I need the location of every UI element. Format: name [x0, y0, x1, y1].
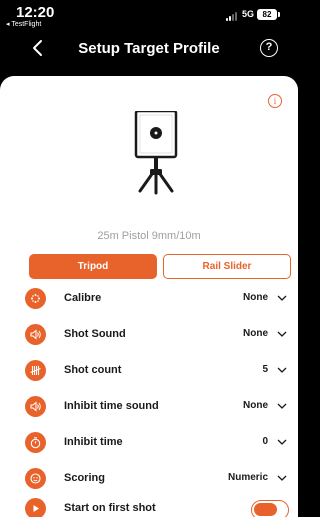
setting-value: None [243, 328, 268, 339]
start-on-first-shot-toggle[interactable] [251, 500, 289, 517]
speaker-icon [25, 324, 46, 345]
setting-value: 5 [262, 364, 268, 375]
setting-value: 0 [262, 436, 268, 447]
setting-row-start-on-first-shot[interactable]: Start on first shot [0, 494, 298, 517]
setting-label: Start on first shot [64, 502, 156, 514]
setting-label: Shot count [64, 364, 122, 376]
setting-value: None [243, 400, 268, 411]
nav-bar: Setup Target Profile ? [0, 30, 298, 68]
setting-row-calibre[interactable]: Calibre None [0, 284, 298, 314]
battery-icon: 82 [257, 9, 277, 20]
setting-label: Calibre [64, 292, 102, 304]
tally-marks-icon [25, 360, 46, 381]
network-type: 5G [242, 9, 255, 19]
page-title: Setup Target Profile [78, 40, 220, 57]
setting-label: Scoring [64, 472, 105, 484]
play-icon [25, 498, 46, 517]
target-profile-name: 25m Pistol 9mm/10m [97, 230, 201, 242]
speaker-icon [25, 396, 46, 417]
toggle-knob [254, 503, 277, 516]
setting-label: Inhibit time sound [64, 400, 159, 412]
setting-row-shot-count[interactable]: Shot count 5 [0, 356, 298, 386]
status-time: 12:20 [16, 4, 55, 21]
chevron-down-icon [277, 439, 287, 445]
chevron-down-icon [277, 403, 287, 409]
content-sheet: i 25m Pistol 9mm/10m Tripod Rail Slider … [0, 76, 298, 517]
help-icon[interactable]: ? [260, 39, 278, 57]
setting-value: Numeric [227, 472, 268, 483]
stopwatch-icon [25, 432, 46, 453]
setting-label: Inhibit time [64, 436, 123, 448]
status-bar: 12:20 ◂ TestFlight 5G 82 [0, 0, 298, 30]
rail-slider-button[interactable]: Rail Slider [163, 254, 291, 279]
info-icon[interactable]: i [268, 94, 282, 108]
crosshair-dots-icon [25, 288, 46, 309]
chevron-down-icon [277, 475, 287, 481]
battery-tip [278, 12, 280, 17]
back-to-app-link[interactable]: ◂ TestFlight [6, 20, 41, 28]
setting-label: Shot Sound [64, 328, 126, 340]
scoring-icon [25, 468, 46, 489]
tripod-button[interactable]: Tripod [29, 254, 157, 279]
setting-value: None [243, 292, 268, 303]
signal-icon [226, 12, 240, 21]
setting-row-shot-sound[interactable]: Shot Sound None [0, 320, 298, 350]
chevron-down-icon [277, 331, 287, 337]
chevron-down-icon [277, 367, 287, 373]
chevron-down-icon [277, 295, 287, 301]
target-on-tripod-image [134, 111, 178, 195]
setting-row-inhibit-time[interactable]: Inhibit time 0 [0, 428, 298, 458]
setting-row-scoring[interactable]: Scoring Numeric [0, 464, 298, 494]
setting-row-inhibit-time-sound[interactable]: Inhibit time sound None [0, 392, 298, 422]
